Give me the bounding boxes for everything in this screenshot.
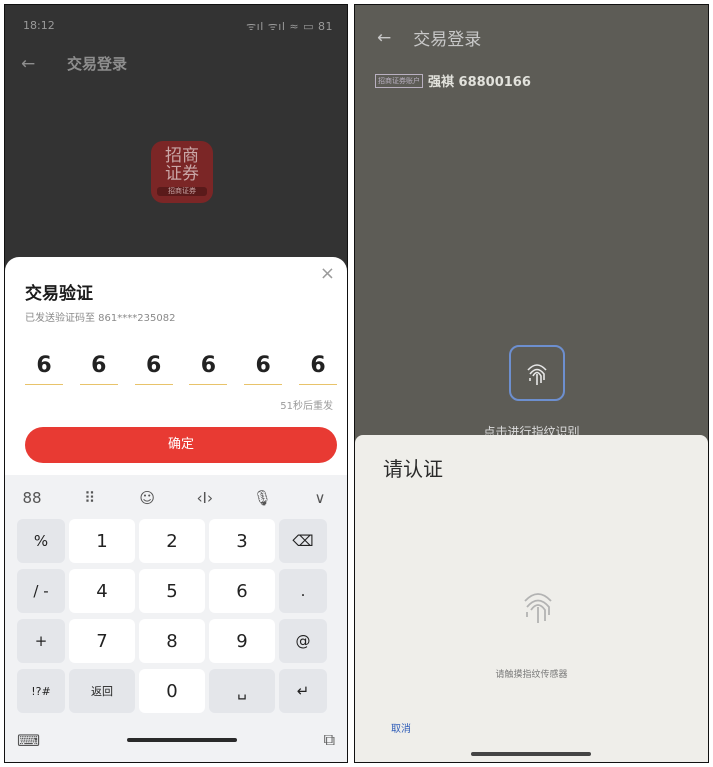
code-digit-3[interactable]: 6 (134, 353, 173, 385)
account-row: 招商证券账户 强褀 68800166 (375, 71, 531, 90)
key-8[interactable]: 8 (139, 619, 205, 663)
code-digit-2[interactable]: 6 (79, 353, 118, 385)
keyboard-layout-icon[interactable]: ⠿ (71, 489, 109, 507)
back-arrow-icon[interactable]: ← (21, 54, 47, 74)
keyboard-toolbar: 88 ⠿ ☺ ‹I› 🎙 ∨ (13, 483, 339, 513)
backspace-icon[interactable]: ⌫ (279, 519, 327, 563)
collapse-keyboard-icon[interactable]: ∨ (301, 489, 339, 507)
sheet-title: 交易验证 (25, 284, 93, 304)
key-4[interactable]: 4 (69, 569, 135, 613)
right-phone: ← 交易登录 招商证券账户 强褀 68800166 点击进行指纹识别 请认证 请… (354, 4, 709, 763)
numeric-keyboard: 88 ⠿ ☺ ‹I› 🎙 ∨ % 1 2 3 ⌫ / - 4 5 6 . + 7… (5, 475, 347, 762)
enter-icon[interactable]: ↵ (279, 669, 327, 713)
screenshot-frame: 18:12 ᯤıl ᯤıl ≈ ▭ 81 ← 交易登录 招商 证券 招商证券 ×… (0, 0, 713, 767)
close-icon[interactable]: × (320, 263, 335, 284)
key-6[interactable]: 6 (209, 569, 275, 613)
key-2[interactable]: 2 (139, 519, 205, 563)
keyboard-bottom-bar: ⌨ ⧉ (17, 726, 335, 754)
key-7[interactable]: 7 (69, 619, 135, 663)
verification-sheet: × 交易验证 已发送验证码至 861****235082 6 6 6 6 6 6… (5, 257, 347, 762)
logo-sub: 招商证券 (157, 187, 207, 196)
left-phone: 18:12 ᯤıl ᯤıl ≈ ▭ 81 ← 交易登录 招商 证券 招商证券 ×… (4, 4, 348, 763)
status-bar: 18:12 ᯤıl ᯤıl ≈ ▭ 81 (5, 5, 347, 41)
status-time: 18:12 (23, 19, 55, 32)
code-digit-1[interactable]: 6 (25, 353, 63, 385)
key-9[interactable]: 9 (209, 619, 275, 663)
touch-sensor-hint: 请触摸指纹传感器 (495, 670, 568, 680)
account-type-badge: 招商证券账户 (375, 73, 423, 88)
code-digit-5[interactable]: 6 (244, 353, 283, 385)
page-title: 交易登录 (67, 55, 128, 73)
back-arrow-icon[interactable]: ← (377, 28, 391, 48)
fingerprint-icon (527, 364, 547, 385)
key-back[interactable]: 返回 (69, 669, 135, 713)
key-3[interactable]: 3 (209, 519, 275, 563)
keyboard-switch-icon[interactable]: ⌨ (17, 731, 40, 750)
code-digit-4[interactable]: 6 (189, 353, 228, 385)
resend-countdown[interactable]: 51秒后重发 (280, 397, 333, 412)
microphone-icon[interactable]: 🎙 (243, 489, 281, 507)
code-input-row[interactable]: 6 6 6 6 6 6 (25, 353, 337, 385)
key-plus[interactable]: + (17, 619, 65, 663)
status-indicators: ᯤıl ᯤıl ≈ ▭ 81 (246, 20, 333, 33)
auth-title: 请认证 (383, 457, 443, 481)
fingerprint-sensor-icon (513, 581, 563, 631)
clipboard-icon[interactable]: ⧉ (324, 730, 335, 750)
auth-dialog: 请认证 请触摸指纹传感器 取消 (355, 435, 708, 762)
key-symbols[interactable]: !?# (17, 669, 65, 713)
key-percent[interactable]: % (17, 519, 65, 563)
fingerprint-scan-icon[interactable] (509, 345, 565, 401)
cancel-button[interactable]: 取消 (391, 720, 411, 735)
key-dot[interactable]: . (279, 569, 327, 613)
nav-bar: ← 交易登录 (377, 25, 482, 51)
cursor-icon[interactable]: ‹I› (186, 489, 224, 507)
fingerprint-icon (524, 593, 552, 623)
key-slash-minus[interactable]: / - (17, 569, 65, 613)
keyboard-keys: % 1 2 3 ⌫ / - 4 5 6 . + 7 8 9 @ !?# 返回 0… (17, 519, 337, 713)
code-digit-6[interactable]: 6 (298, 353, 337, 385)
nav-bar: ← 交易登录 (21, 53, 127, 74)
space-icon[interactable]: ␣ (209, 669, 275, 713)
page-title: 交易登录 (413, 30, 482, 50)
sms-sent-notice: 已发送验证码至 861****235082 (25, 313, 176, 324)
key-at[interactable]: @ (279, 619, 327, 663)
key-0[interactable]: 0 (139, 669, 205, 713)
key-1[interactable]: 1 (69, 519, 135, 563)
home-indicator[interactable] (471, 752, 591, 756)
app-logo: 招商 证券 招商证券 (151, 141, 213, 203)
key-5[interactable]: 5 (139, 569, 205, 613)
home-indicator[interactable] (126, 738, 237, 742)
emoji-icon[interactable]: ☺ (128, 489, 166, 507)
apps-grid-icon[interactable]: 88 (13, 489, 51, 507)
account-number: 强褀 68800166 (428, 75, 531, 90)
logo-line1: 招商 (165, 146, 199, 166)
confirm-button[interactable]: 确定 (25, 427, 337, 463)
logo-line2: 证券 (165, 164, 199, 184)
